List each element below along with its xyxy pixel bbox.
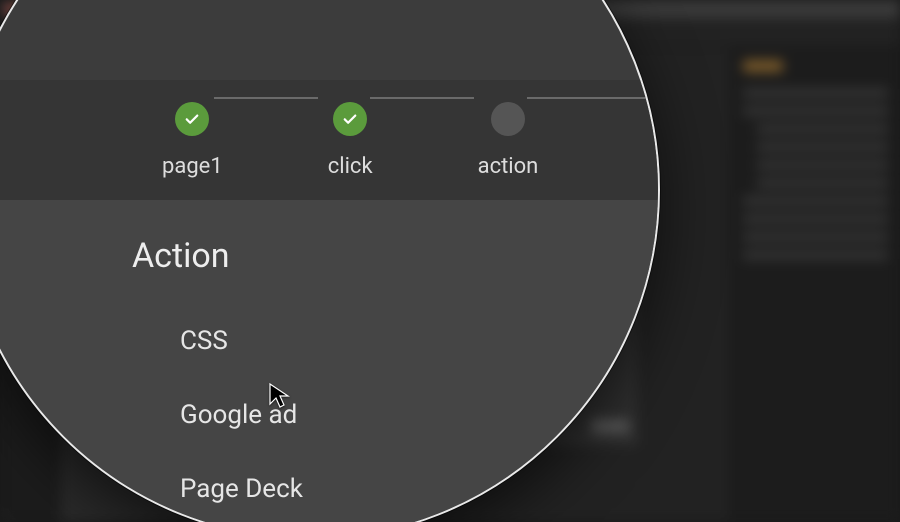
- checkmark-icon: [175, 102, 209, 136]
- panel-title: Action: [132, 236, 658, 276]
- action-panel: Action CSS Google ad Page Deck: [0, 200, 658, 522]
- magnifier-lens: page1 click action Action CSS Goo: [0, 0, 660, 522]
- step-pending-icon: [491, 102, 525, 136]
- step-label: click: [328, 154, 373, 179]
- stepper: page1 click action: [0, 80, 658, 200]
- step-label: page1: [162, 154, 223, 179]
- action-item-page-deck[interactable]: Page Deck: [132, 452, 658, 522]
- action-item-google-ad[interactable]: Google ad: [132, 378, 658, 452]
- right-sidebar: [730, 48, 900, 522]
- action-list: CSS Google ad Page Deck: [132, 304, 658, 522]
- step-action[interactable]: action: [478, 102, 539, 179]
- action-item-label: CSS: [180, 326, 228, 356]
- step-click[interactable]: click: [328, 102, 373, 179]
- action-item-css[interactable]: CSS: [132, 304, 658, 378]
- step-page1[interactable]: page1: [162, 102, 223, 179]
- action-item-label: Google ad: [180, 400, 297, 430]
- step-label: action: [478, 154, 539, 179]
- checkmark-icon: [333, 102, 367, 136]
- action-item-label: Page Deck: [180, 474, 303, 504]
